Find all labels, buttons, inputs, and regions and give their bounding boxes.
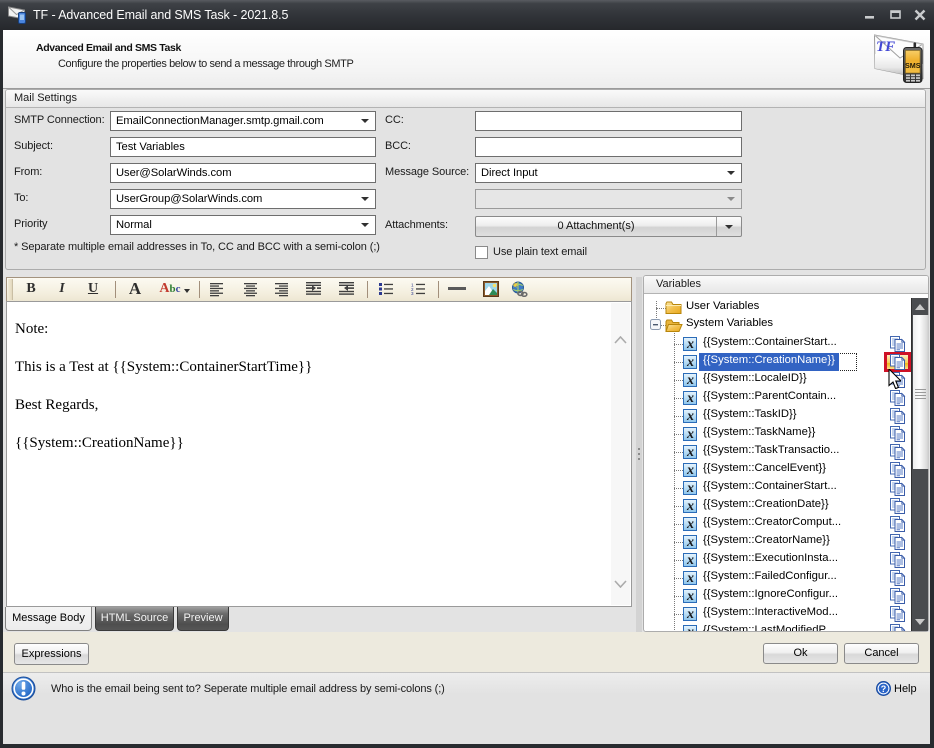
svg-text:TF: TF [876, 39, 895, 55]
svg-text:?: ? [881, 684, 887, 694]
svg-text:3: 3 [411, 291, 414, 295]
svg-text:SMS: SMS [905, 61, 921, 70]
